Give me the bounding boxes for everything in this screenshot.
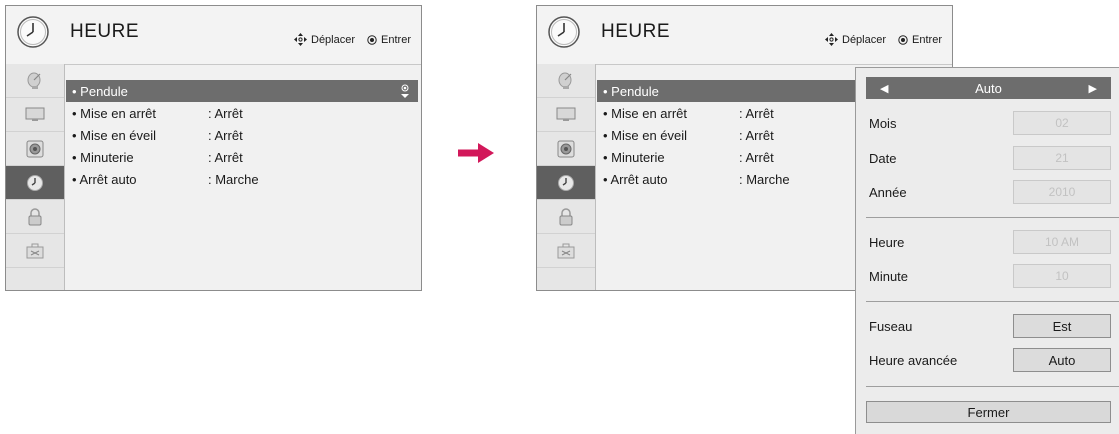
category-sidebar xyxy=(6,64,65,290)
daylight-saving-label: Heure avancée xyxy=(869,352,958,368)
time-zone-label: Fuseau xyxy=(869,318,913,334)
ok-button-icon xyxy=(898,34,908,45)
menu-item-value: : Marche xyxy=(739,171,790,187)
menu-item-label: • Pendule xyxy=(72,83,128,99)
page-title: HEURE xyxy=(70,21,140,42)
navigate-arrows-icon xyxy=(401,84,409,98)
menu-item-value: : Arrêt xyxy=(208,105,243,121)
menu-item-auto-off[interactable]: • Arrêt auto : Marche xyxy=(66,168,418,190)
year-field: Année 2010 xyxy=(869,179,1111,205)
menu-item-label: • Minuterie xyxy=(72,149,134,165)
page-title: HEURE xyxy=(601,21,671,42)
menu-item-label: • Mise en éveil xyxy=(603,127,688,143)
hour-field: Heure 10 AM xyxy=(869,229,1111,255)
sidebar-item-option[interactable] xyxy=(537,234,595,268)
sidebar-item-time[interactable] xyxy=(6,166,64,200)
sidebar-item-picture[interactable] xyxy=(6,98,64,132)
ok-button-icon xyxy=(367,34,377,45)
divider xyxy=(866,217,1119,218)
minute-input[interactable]: 10 xyxy=(1013,264,1111,288)
right-arrow-icon xyxy=(458,143,494,163)
clock-icon xyxy=(548,16,580,48)
year-label: Année xyxy=(869,184,907,200)
satellite-dish-icon xyxy=(558,72,572,89)
menu-item-value: : Arrêt xyxy=(739,149,774,165)
sidebar-item-picture[interactable] xyxy=(537,98,595,132)
menu-item-sleep-timer[interactable]: • Minuterie : Arrêt xyxy=(66,146,418,168)
menu-item-label: • Minuterie xyxy=(603,149,665,165)
menu-item-value: : Arrêt xyxy=(208,149,243,165)
hint-enter-label: Entrer xyxy=(381,33,411,46)
key-hints: Déplacer Entrer xyxy=(825,33,942,46)
daylight-saving-select[interactable]: Auto xyxy=(1013,348,1111,372)
sidebar-item-lock[interactable] xyxy=(6,200,64,234)
menu-item-label: • Arrêt auto xyxy=(603,171,668,187)
speaker-icon xyxy=(557,140,575,157)
toolbox-icon xyxy=(557,243,575,258)
dpad-icon xyxy=(825,33,838,46)
menu-item-label: • Pendule xyxy=(603,83,659,99)
daylight-saving-field: Heure avancée Auto xyxy=(869,347,1111,373)
key-hints: Déplacer Entrer xyxy=(294,33,411,46)
date-label: Date xyxy=(869,150,897,166)
sidebar-item-audio[interactable] xyxy=(537,132,595,166)
menu-item-clock[interactable]: • Pendule xyxy=(66,80,418,102)
minute-label: Minute xyxy=(869,268,909,284)
year-input[interactable]: 2010 xyxy=(1013,180,1111,204)
hint-move-label: Déplacer xyxy=(842,33,887,46)
sidebar-item-time[interactable] xyxy=(537,166,595,200)
month-label: Mois xyxy=(869,115,897,131)
category-sidebar xyxy=(537,64,596,290)
menu-item-value: : Marche xyxy=(208,171,259,187)
time-zone-select[interactable]: Est xyxy=(1013,314,1111,338)
month-field: Mois 02 xyxy=(869,110,1111,136)
menu-item-label: • Mise en arrêt xyxy=(72,105,157,121)
sidebar-item-channel[interactable] xyxy=(537,64,595,98)
menu-item-label: • Mise en éveil xyxy=(72,127,157,143)
clock-mode-value: Auto xyxy=(975,80,1002,96)
monitor-icon xyxy=(556,107,576,121)
sidebar-item-option[interactable] xyxy=(6,234,64,268)
clock-settings-popup: ◀ Auto ▶ Mois 02 Date 21 Année 2010 Heur… xyxy=(855,67,1119,434)
arrow-left-icon[interactable]: ◀ xyxy=(880,82,888,95)
menu-header: HEURE Déplacer Entrer xyxy=(6,6,421,65)
clock-icon xyxy=(17,16,49,48)
menu-item-off-time[interactable]: • Mise en arrêt : Arrêt xyxy=(66,102,418,124)
clock-icon xyxy=(27,174,43,191)
lock-icon xyxy=(28,207,42,225)
clock-icon xyxy=(558,174,574,191)
menu-item-value: : Arrêt xyxy=(739,127,774,143)
sidebar-item-audio[interactable] xyxy=(6,132,64,166)
date-input[interactable]: 21 xyxy=(1013,146,1111,170)
hint-enter-label: Entrer xyxy=(912,33,942,46)
clock-mode-selector[interactable]: ◀ Auto ▶ xyxy=(866,77,1111,99)
close-button[interactable]: Fermer xyxy=(866,401,1111,423)
hour-input[interactable]: 10 AM xyxy=(1013,230,1111,254)
menu-item-value: : Arrêt xyxy=(208,127,243,143)
menu-header: HEURE Déplacer Entrer xyxy=(537,6,952,65)
arrow-right-icon[interactable]: ▶ xyxy=(1089,82,1097,95)
menu-item-value: : Arrêt xyxy=(739,105,774,121)
hour-label: Heure xyxy=(869,234,905,250)
menu-item-on-time[interactable]: • Mise en éveil : Arrêt xyxy=(66,124,418,146)
hint-move-label: Déplacer xyxy=(311,33,356,46)
toolbox-icon xyxy=(26,243,44,258)
divider xyxy=(866,386,1119,387)
time-zone-field: Fuseau Est xyxy=(869,313,1111,339)
date-field: Date 21 xyxy=(869,145,1111,171)
speaker-icon xyxy=(26,140,44,157)
sidebar-item-lock[interactable] xyxy=(537,200,595,234)
sidebar-item-channel[interactable] xyxy=(6,64,64,98)
satellite-dish-icon xyxy=(27,72,41,89)
menu-item-label: • Arrêt auto xyxy=(72,171,137,187)
lock-icon xyxy=(559,207,573,225)
month-input[interactable]: 02 xyxy=(1013,111,1111,135)
dpad-icon xyxy=(294,33,307,46)
time-menu-screen-left: HEURE Déplacer Entrer • Pendule • Mise e… xyxy=(5,5,422,291)
minute-field: Minute 10 xyxy=(869,263,1111,289)
menu-item-label: • Mise en arrêt xyxy=(603,105,688,121)
divider xyxy=(866,301,1119,302)
monitor-icon xyxy=(25,107,45,121)
